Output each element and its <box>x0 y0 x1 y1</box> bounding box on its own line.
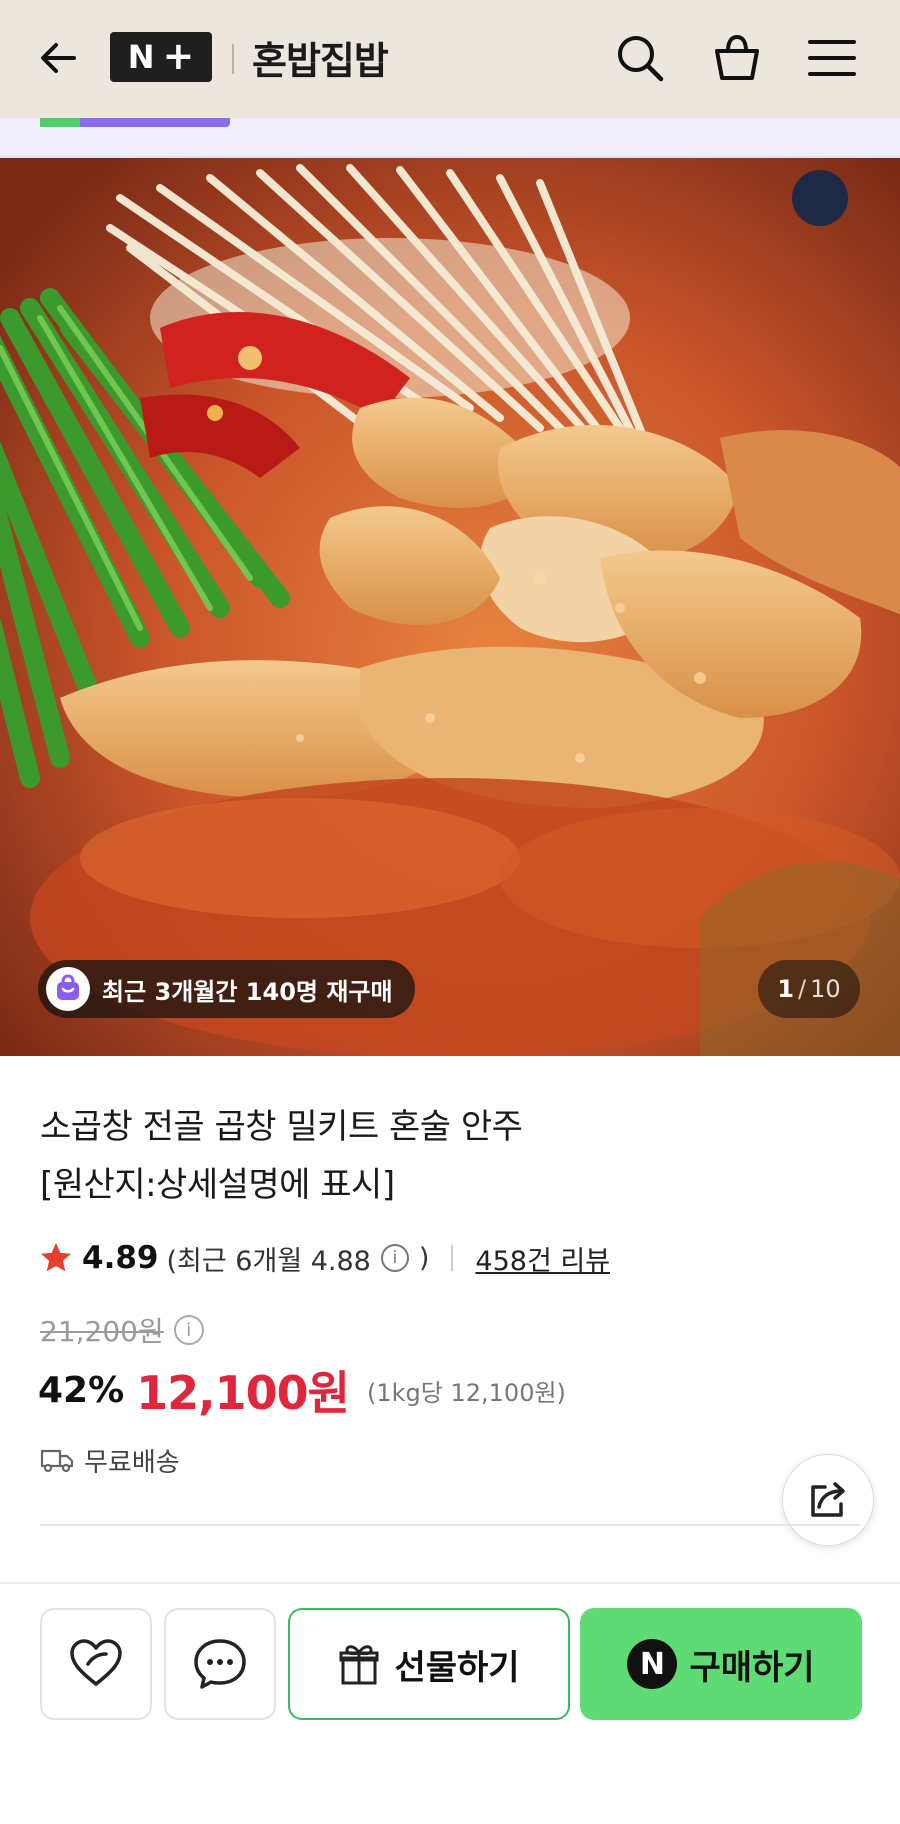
rating-info-icon[interactable]: i <box>380 1244 409 1272</box>
rating-row: 4.89 (최근 6개월 4.88 i ) 458건 리뷰 <box>38 1236 610 1280</box>
price-info-icon[interactable]: i <box>173 1315 204 1345</box>
pager-total: 10 <box>810 975 841 1003</box>
shipping-text: 무료배송 <box>84 1447 180 1478</box>
menu-button[interactable] <box>802 28 862 88</box>
sale-price: 12,100원 <box>136 1366 350 1420</box>
repurchase-text: 최근 3개월간 140명 재구매 <box>102 977 393 1006</box>
product-photo <box>0 158 900 1056</box>
reviews-link[interactable]: 458건 리뷰 <box>475 1239 610 1278</box>
header-divider <box>232 44 234 74</box>
search-button[interactable] <box>610 28 670 88</box>
back-arrow-icon <box>41 43 76 73</box>
section-divider <box>40 1524 860 1526</box>
pager-separator: / <box>798 975 807 1003</box>
promo-banner-strip[interactable] <box>0 118 900 158</box>
talk-button[interactable] <box>164 1608 276 1720</box>
repurchase-bag-icon <box>46 967 90 1011</box>
product-image-carousel[interactable] <box>0 158 900 1056</box>
shopping-bag-icon <box>715 34 759 80</box>
naver-plus-logo[interactable]: N + <box>110 32 212 82</box>
buy-button[interactable]: N 구매하기 <box>580 1608 862 1720</box>
rating-close-paren: ) <box>418 1242 430 1274</box>
store-name[interactable]: 혼밥집밥 <box>252 30 389 85</box>
rating-score: 4.89 <box>82 1240 159 1276</box>
wishlist-button[interactable] <box>40 1608 152 1720</box>
discount-rate: 42% <box>38 1369 125 1411</box>
rating-recent: (최근 6개월 4.88 <box>166 1245 371 1277</box>
gift-label: 선물하기 <box>394 1647 520 1688</box>
repurchase-badge: 최근 3개월간 140명 재구매 <box>38 960 415 1018</box>
cart-button[interactable] <box>707 28 767 88</box>
top-header: N + 혼밥집밥 <box>0 0 900 118</box>
promo-bar-green <box>40 118 80 127</box>
product-title-line1: 소곱창 전골 곱창 밀키트 혼술 안주 <box>40 1107 523 1147</box>
logo-n: N <box>127 38 155 76</box>
gift-button[interactable]: 선물하기 <box>288 1608 570 1720</box>
truck-icon <box>40 1449 74 1473</box>
heart-icon <box>70 1639 122 1686</box>
rating-divider <box>451 1245 454 1271</box>
back-button[interactable] <box>30 30 86 86</box>
product-title-line2: [원산지:상세설명에 표시] <box>40 1165 395 1205</box>
hamburger-menu-icon <box>808 40 856 76</box>
product-title: 소곱창 전골 곱창 밀키트 혼술 안주 [원산지:상세설명에 표시] <box>40 1098 780 1214</box>
original-price: 21,200원 <box>40 1315 164 1348</box>
search-icon <box>618 36 664 82</box>
sale-price-row: 42% 12,100원 (1kg당 12,100원) <box>38 1358 566 1422</box>
unit-price: (1kg당 12,100원) <box>367 1378 566 1407</box>
chat-bubble-icon <box>194 1639 246 1689</box>
pager-current: 1 <box>777 975 795 1003</box>
shipping-row: 무료배송 <box>40 1440 180 1480</box>
star-icon <box>41 1243 71 1272</box>
logo-plus: + <box>162 34 195 78</box>
image-pager: 1 / 10 <box>758 960 860 1018</box>
buy-label: 구매하기 <box>689 1647 815 1688</box>
share-icon <box>811 1482 845 1517</box>
naver-pay-badge: N <box>627 1639 678 1689</box>
original-price-row: 21,200원 i <box>40 1310 204 1350</box>
gift-box-icon <box>339 1645 379 1685</box>
bottom-action-bar: 선물하기 N 구매하기 <box>0 1582 900 1824</box>
share-button[interactable] <box>782 1454 874 1546</box>
